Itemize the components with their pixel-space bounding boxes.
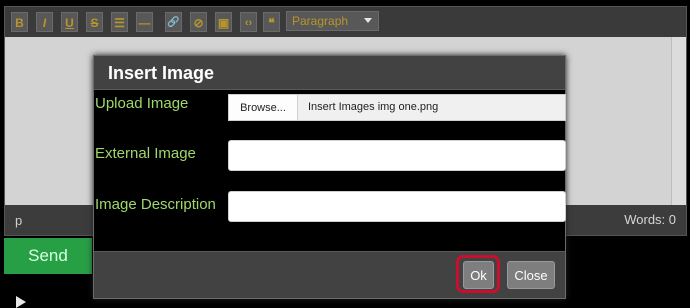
- editor-toolbar: B I U S ☰ — 🔗 ⊘ ▣ ‹› ❝ Paragraph: [5, 7, 686, 37]
- editor-scrollbar[interactable]: [671, 37, 686, 205]
- unlink-icon[interactable]: ⊘: [190, 12, 207, 32]
- upload-image-label: Upload Image: [95, 95, 189, 112]
- chevron-down-icon: [364, 18, 372, 23]
- ok-button[interactable]: Ok: [463, 261, 494, 289]
- italic-icon[interactable]: I: [36, 12, 53, 32]
- image-icon[interactable]: ▣: [215, 12, 232, 32]
- send-button[interactable]: Send: [4, 238, 92, 274]
- paragraph-format-select[interactable]: Paragraph: [286, 11, 379, 31]
- horizontal-rule-icon[interactable]: —: [136, 12, 153, 32]
- underline-icon[interactable]: U: [61, 12, 78, 32]
- dialog-title: Insert Image: [108, 63, 215, 83]
- selected-file-name: Insert Images img one.png: [308, 101, 439, 113]
- bold-icon[interactable]: B: [11, 12, 28, 32]
- upload-image-field[interactable]: Browse... Insert Images img one.png: [228, 94, 566, 121]
- code-icon[interactable]: ‹›: [240, 12, 257, 32]
- word-count: Words: 0: [624, 212, 676, 227]
- link-icon[interactable]: 🔗: [165, 12, 182, 32]
- image-description-input[interactable]: [228, 191, 566, 222]
- insert-image-dialog: Insert Image Upload Image Browse... Inse…: [93, 55, 566, 299]
- external-image-label: External Image: [95, 145, 196, 162]
- format-select-value: Paragraph: [292, 14, 349, 28]
- dialog-header: Insert Image: [94, 56, 565, 90]
- dialog-footer: Ok Close: [94, 251, 565, 298]
- image-description-label: Image Description: [95, 196, 216, 213]
- strikethrough-icon[interactable]: S: [86, 12, 103, 32]
- external-image-input[interactable]: [228, 140, 566, 171]
- play-icon[interactable]: [16, 296, 26, 308]
- quote-icon[interactable]: ❝: [263, 12, 280, 32]
- list-icon[interactable]: ☰: [111, 12, 128, 32]
- close-button[interactable]: Close: [507, 261, 555, 289]
- browse-button[interactable]: Browse...: [229, 95, 298, 120]
- element-path: p: [15, 213, 23, 228]
